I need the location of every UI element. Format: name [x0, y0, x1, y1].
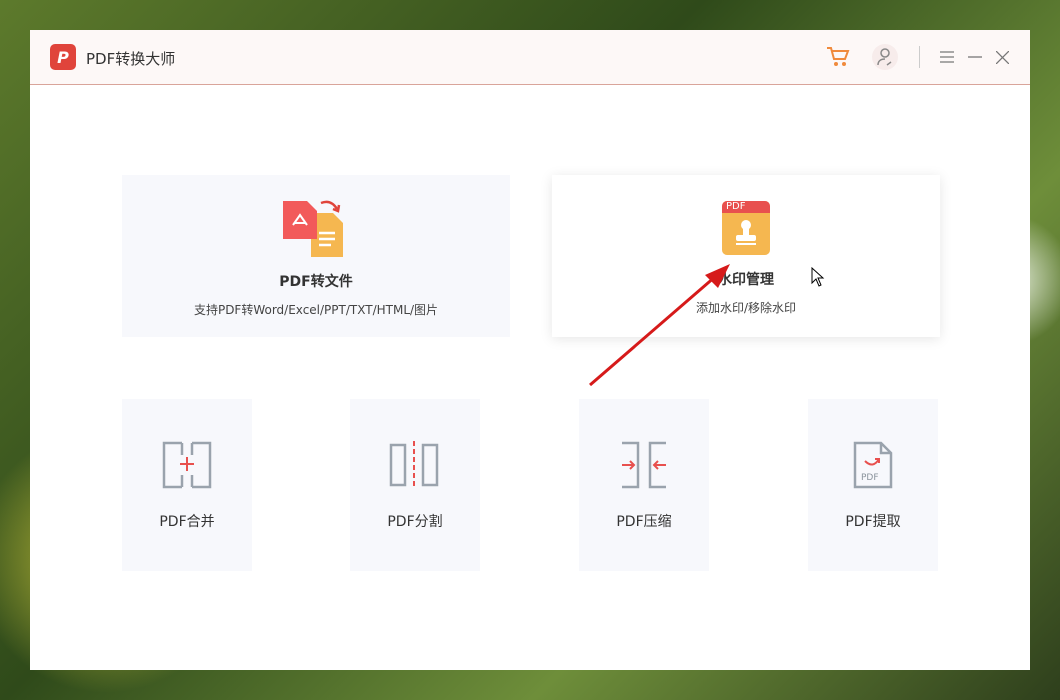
pdf-to-file-card[interactable]: PDF转文件 支持PDF转Word/Excel/PPT/TXT/HTML/图片: [122, 175, 510, 337]
close-icon[interactable]: [989, 44, 1015, 70]
app-logo: P: [50, 44, 76, 70]
tool-extract[interactable]: PDF PDF提取: [808, 399, 938, 571]
cart-icon[interactable]: [825, 44, 851, 70]
card-title: PDF转文件: [279, 271, 352, 291]
merge-icon: [162, 441, 212, 489]
app-title: PDF转换大师: [86, 48, 175, 69]
divider: [919, 46, 920, 68]
tool-merge[interactable]: PDF合并: [122, 399, 252, 571]
menu-icon[interactable]: [934, 44, 960, 70]
mouse-cursor-icon: [811, 267, 825, 287]
card-title: 水印管理: [718, 269, 774, 289]
tool-compress[interactable]: PDF压缩: [579, 399, 709, 571]
tool-title: PDF压缩: [616, 511, 671, 531]
tool-split[interactable]: PDF分割: [350, 399, 480, 571]
user-icon[interactable]: [872, 44, 898, 70]
card-subtitle: 支持PDF转Word/Excel/PPT/TXT/HTML/图片: [194, 301, 438, 318]
tool-title: PDF合并: [159, 511, 214, 531]
compress-icon: [620, 441, 668, 489]
minimize-icon[interactable]: [962, 44, 988, 70]
pdf-convert-icon: [283, 199, 349, 257]
card-subtitle: 添加水印/移除水印: [696, 299, 796, 316]
watermark-icon: PDF: [722, 201, 770, 255]
app-window: P PDF转换大师 PDF转文件 支持PDF转Word/Excel/PPT/TX…: [30, 30, 1030, 670]
watermark-card[interactable]: PDF 水印管理 添加水印/移除水印: [552, 175, 940, 337]
tool-title: PDF提取: [845, 511, 900, 531]
extract-icon: PDF: [853, 441, 893, 489]
split-icon: [389, 441, 441, 489]
pdf-label: PDF: [861, 473, 879, 483]
tool-title: PDF分割: [387, 511, 442, 531]
pdf-label: PDF: [722, 201, 770, 213]
title-bar: P PDF转换大师: [30, 30, 1030, 85]
